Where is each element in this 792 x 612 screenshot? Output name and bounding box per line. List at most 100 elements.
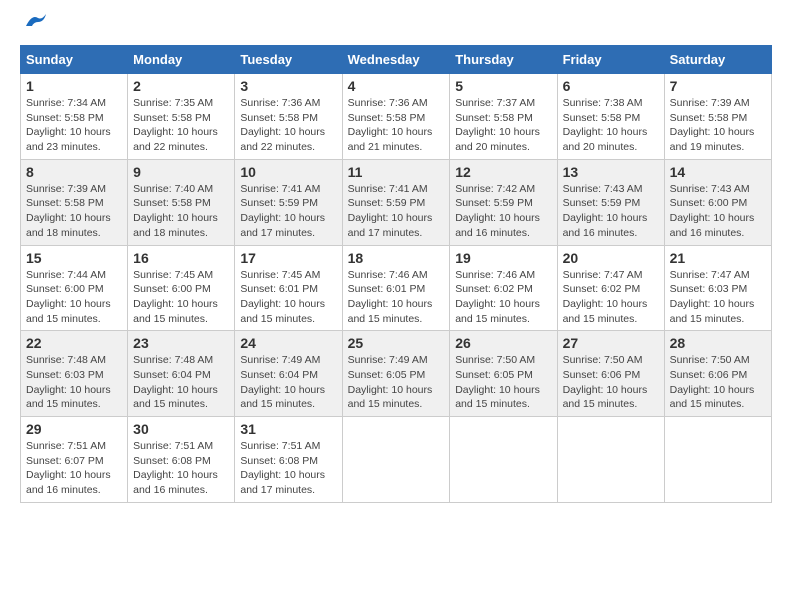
day-number: 29 <box>26 421 122 437</box>
day-info: Sunrise: 7:43 AMSunset: 6:00 PMDaylight:… <box>670 182 766 241</box>
calendar-day-cell: 12 Sunrise: 7:42 AMSunset: 5:59 PMDayligh… <box>450 159 557 245</box>
day-info: Sunrise: 7:37 AMSunset: 5:58 PMDaylight:… <box>455 96 551 155</box>
day-number: 14 <box>670 164 766 180</box>
calendar-empty-cell <box>664 417 771 503</box>
calendar-day-cell: 31 Sunrise: 7:51 AMSunset: 6:08 PMDayligh… <box>235 417 342 503</box>
calendar-empty-cell <box>557 417 664 503</box>
calendar-empty-cell <box>342 417 450 503</box>
calendar-day-cell: 27Sunrise: 7:50 AMSunset: 6:06 PMDayligh… <box>557 331 664 417</box>
calendar-header-monday: Monday <box>128 46 235 74</box>
day-info: Sunrise: 7:49 AMSunset: 6:04 PMDaylight:… <box>240 353 336 412</box>
calendar-header-thursday: Thursday <box>450 46 557 74</box>
day-info: Sunrise: 7:42 AMSunset: 5:59 PMDaylight:… <box>455 182 551 241</box>
day-info: Sunrise: 7:47 AMSunset: 6:03 PMDaylight:… <box>670 268 766 327</box>
calendar-week-row: 1Sunrise: 7:34 AMSunset: 5:58 PMDaylight… <box>21 74 772 160</box>
day-info: Sunrise: 7:43 AMSunset: 5:59 PMDaylight:… <box>563 182 659 241</box>
day-number: 16 <box>133 250 229 266</box>
logo-bird-icon <box>24 12 46 30</box>
day-number: 7 <box>670 78 766 94</box>
calendar-week-row: 15 Sunrise: 7:44 AMSunset: 6:00 PMDayligh… <box>21 245 772 331</box>
page-header <box>20 20 772 35</box>
calendar-header-row: SundayMondayTuesdayWednesdayThursdayFrid… <box>21 46 772 74</box>
calendar-header-tuesday: Tuesday <box>235 46 342 74</box>
day-info: Sunrise: 7:51 AMSunset: 6:08 PMDaylight:… <box>240 439 336 498</box>
calendar-day-cell: 15 Sunrise: 7:44 AMSunset: 6:00 PMDayligh… <box>21 245 128 331</box>
day-number: 18 <box>348 250 445 266</box>
day-number: 3 <box>240 78 336 94</box>
calendar-day-cell: 7Sunrise: 7:39 AMSunset: 5:58 PMDaylight… <box>664 74 771 160</box>
calendar-day-cell: 1Sunrise: 7:34 AMSunset: 5:58 PMDaylight… <box>21 74 128 160</box>
day-number: 9 <box>133 164 229 180</box>
calendar-week-row: 29 Sunrise: 7:51 AMSunset: 6:07 PMDayligh… <box>21 417 772 503</box>
calendar-day-cell: 4Sunrise: 7:36 AMSunset: 5:58 PMDaylight… <box>342 74 450 160</box>
day-number: 23 <box>133 335 229 351</box>
calendar-day-cell: 22Sunrise: 7:48 AMSunset: 6:03 PMDayligh… <box>21 331 128 417</box>
day-number: 28 <box>670 335 766 351</box>
day-info: Sunrise: 7:50 AMSunset: 6:05 PMDaylight:… <box>455 353 551 412</box>
day-info: Sunrise: 7:47 AMSunset: 6:02 PMDaylight:… <box>563 268 659 327</box>
calendar-day-cell: 17Sunrise: 7:45 AMSunset: 6:01 PMDayligh… <box>235 245 342 331</box>
day-number: 10 <box>240 164 336 180</box>
calendar-day-cell: 21 Sunrise: 7:47 AMSunset: 6:03 PMDayligh… <box>664 245 771 331</box>
day-number: 20 <box>563 250 659 266</box>
calendar-day-cell: 24 Sunrise: 7:49 AMSunset: 6:04 PMDayligh… <box>235 331 342 417</box>
calendar-table: SundayMondayTuesdayWednesdayThursdayFrid… <box>20 45 772 503</box>
day-number: 12 <box>455 164 551 180</box>
day-info: Sunrise: 7:45 AMSunset: 6:01 PMDaylight:… <box>240 268 336 327</box>
day-info: Sunrise: 7:39 AMSunset: 5:58 PMDaylight:… <box>26 182 122 241</box>
calendar-day-cell: 5 Sunrise: 7:37 AMSunset: 5:58 PMDaylight… <box>450 74 557 160</box>
calendar-day-cell: 29 Sunrise: 7:51 AMSunset: 6:07 PMDayligh… <box>21 417 128 503</box>
day-number: 6 <box>563 78 659 94</box>
day-number: 22 <box>26 335 122 351</box>
calendar-day-cell: 19 Sunrise: 7:46 AMSunset: 6:02 PMDayligh… <box>450 245 557 331</box>
day-number: 30 <box>133 421 229 437</box>
calendar-header-sunday: Sunday <box>21 46 128 74</box>
day-info: Sunrise: 7:51 AMSunset: 6:08 PMDaylight:… <box>133 439 229 498</box>
day-info: Sunrise: 7:35 AMSunset: 5:58 PMDaylight:… <box>133 96 229 155</box>
calendar-week-row: 8 Sunrise: 7:39 AMSunset: 5:58 PMDaylight… <box>21 159 772 245</box>
calendar-header-wednesday: Wednesday <box>342 46 450 74</box>
day-info: Sunrise: 7:49 AMSunset: 6:05 PMDaylight:… <box>348 353 445 412</box>
calendar-header-friday: Friday <box>557 46 664 74</box>
calendar-day-cell: 10 Sunrise: 7:41 AMSunset: 5:59 PMDayligh… <box>235 159 342 245</box>
day-number: 15 <box>26 250 122 266</box>
day-number: 31 <box>240 421 336 437</box>
day-info: Sunrise: 7:51 AMSunset: 6:07 PMDaylight:… <box>26 439 122 498</box>
day-number: 25 <box>348 335 445 351</box>
day-number: 8 <box>26 164 122 180</box>
day-info: Sunrise: 7:36 AMSunset: 5:58 PMDaylight:… <box>348 96 445 155</box>
calendar-day-cell: 3 Sunrise: 7:36 AMSunset: 5:58 PMDaylight… <box>235 74 342 160</box>
day-number: 19 <box>455 250 551 266</box>
day-number: 21 <box>670 250 766 266</box>
calendar-header-saturday: Saturday <box>664 46 771 74</box>
calendar-day-cell: 13 Sunrise: 7:43 AMSunset: 5:59 PMDayligh… <box>557 159 664 245</box>
calendar-day-cell: 11 Sunrise: 7:41 AMSunset: 5:59 PMDayligh… <box>342 159 450 245</box>
calendar-day-cell: 8 Sunrise: 7:39 AMSunset: 5:58 PMDaylight… <box>21 159 128 245</box>
calendar-day-cell: 25 Sunrise: 7:49 AMSunset: 6:05 PMDayligh… <box>342 331 450 417</box>
calendar-day-cell: 14 Sunrise: 7:43 AMSunset: 6:00 PMDayligh… <box>664 159 771 245</box>
calendar-day-cell: 2 Sunrise: 7:35 AMSunset: 5:58 PMDaylight… <box>128 74 235 160</box>
day-info: Sunrise: 7:38 AMSunset: 5:58 PMDaylight:… <box>563 96 659 155</box>
calendar-day-cell: 9Sunrise: 7:40 AMSunset: 5:58 PMDaylight… <box>128 159 235 245</box>
day-info: Sunrise: 7:46 AMSunset: 6:01 PMDaylight:… <box>348 268 445 327</box>
day-number: 5 <box>455 78 551 94</box>
day-info: Sunrise: 7:50 AMSunset: 6:06 PMDaylight:… <box>670 353 766 412</box>
calendar-day-cell: 26Sunrise: 7:50 AMSunset: 6:05 PMDayligh… <box>450 331 557 417</box>
day-number: 11 <box>348 164 445 180</box>
calendar-day-cell: 28 Sunrise: 7:50 AMSunset: 6:06 PMDayligh… <box>664 331 771 417</box>
day-number: 13 <box>563 164 659 180</box>
calendar-day-cell: 6 Sunrise: 7:38 AMSunset: 5:58 PMDaylight… <box>557 74 664 160</box>
day-info: Sunrise: 7:46 AMSunset: 6:02 PMDaylight:… <box>455 268 551 327</box>
day-info: Sunrise: 7:41 AMSunset: 5:59 PMDaylight:… <box>240 182 336 241</box>
day-info: Sunrise: 7:41 AMSunset: 5:59 PMDaylight:… <box>348 182 445 241</box>
day-info: Sunrise: 7:44 AMSunset: 6:00 PMDaylight:… <box>26 268 122 327</box>
day-info: Sunrise: 7:36 AMSunset: 5:58 PMDaylight:… <box>240 96 336 155</box>
calendar-day-cell: 20 Sunrise: 7:47 AMSunset: 6:02 PMDayligh… <box>557 245 664 331</box>
day-info: Sunrise: 7:45 AMSunset: 6:00 PMDaylight:… <box>133 268 229 327</box>
day-number: 24 <box>240 335 336 351</box>
day-number: 2 <box>133 78 229 94</box>
calendar-day-cell: 16 Sunrise: 7:45 AMSunset: 6:00 PMDayligh… <box>128 245 235 331</box>
day-info: Sunrise: 7:48 AMSunset: 6:04 PMDaylight:… <box>133 353 229 412</box>
calendar-day-cell: 30 Sunrise: 7:51 AMSunset: 6:08 PMDayligh… <box>128 417 235 503</box>
calendar-day-cell: 23 Sunrise: 7:48 AMSunset: 6:04 PMDayligh… <box>128 331 235 417</box>
